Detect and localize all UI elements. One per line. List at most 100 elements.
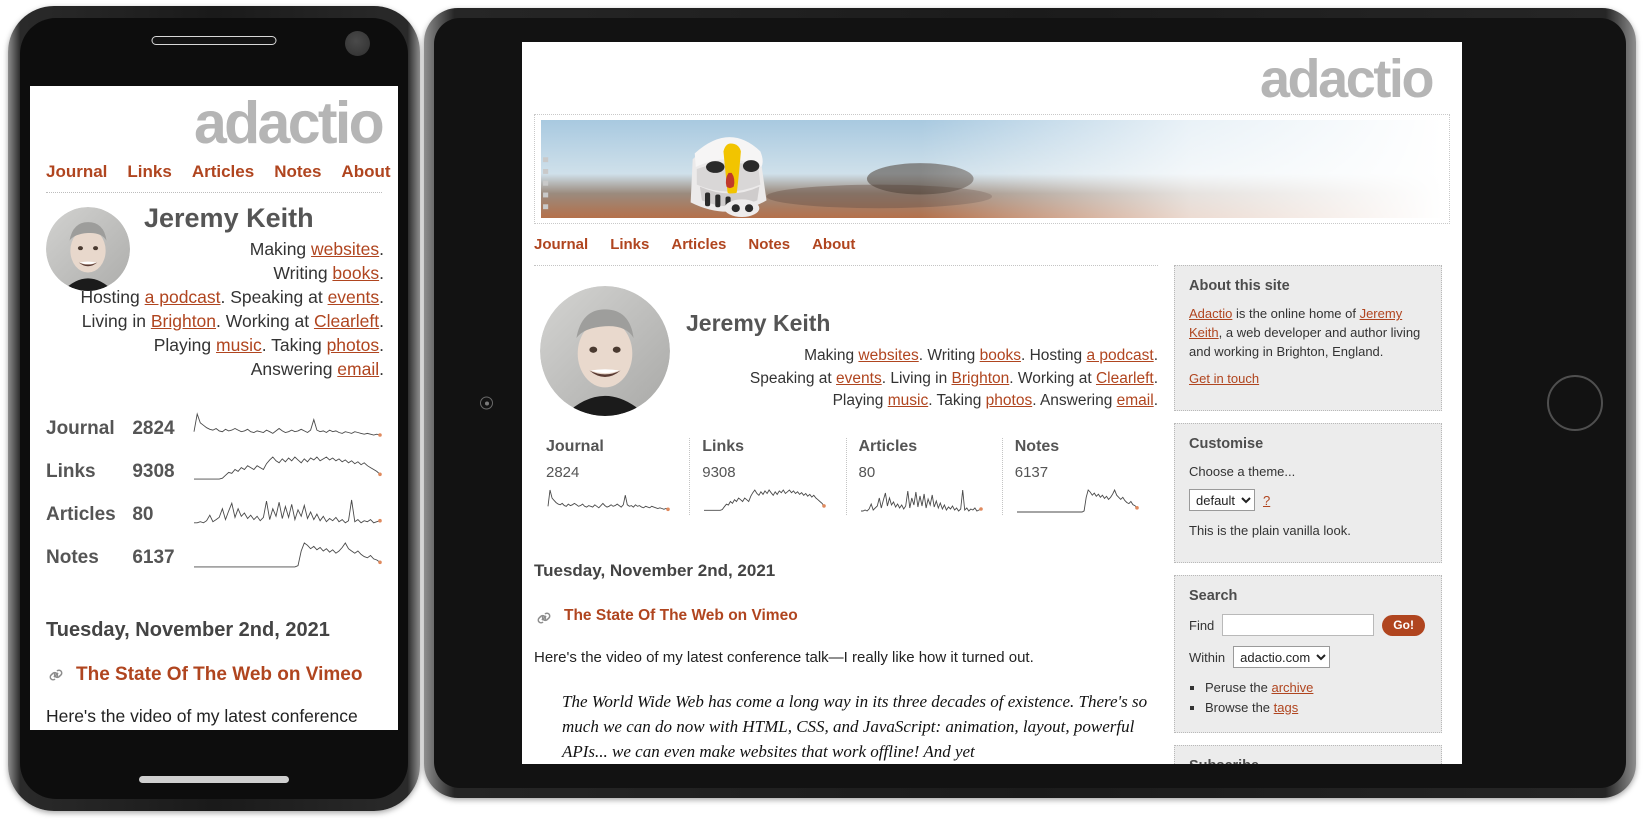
avatar-image xyxy=(540,286,670,416)
avatar-image xyxy=(46,207,130,291)
inline-link[interactable]: tags xyxy=(1274,700,1299,715)
inline-link[interactable]: Brighton xyxy=(952,370,1010,387)
author-name-tablet: Jeremy Keith xyxy=(686,310,831,336)
stat-sparkline-links xyxy=(702,487,833,515)
table-row[interactable]: Articles 80 xyxy=(46,493,382,536)
panel-customise: Customise Choose a theme... default ? Th… xyxy=(1174,423,1442,563)
find-label: Find xyxy=(1189,617,1215,633)
sparkline-chart xyxy=(860,489,983,512)
post-title-tablet[interactable]: The State Of The Web on Vimeo xyxy=(564,607,1158,625)
nav-item-links[interactable]: Links xyxy=(127,162,171,181)
phone-browser-viewport[interactable]: adactio Journal Links Articles Notes About xyxy=(30,86,398,730)
stat-count-articles: 80 xyxy=(858,464,876,481)
inline-link[interactable]: websites xyxy=(311,239,379,259)
banner-image xyxy=(541,120,1443,218)
inline-link[interactable]: photos xyxy=(986,392,1033,409)
main-content-column: Jeremy Keith Making websites. Writing bo… xyxy=(534,265,1158,764)
theme-select[interactable]: default xyxy=(1189,489,1255,511)
inline-link[interactable]: music xyxy=(888,392,928,409)
stat-count-links: 9308 xyxy=(132,460,175,482)
inline-link[interactable]: Clearleft xyxy=(314,311,379,331)
post-date-heading-tablet: Tuesday, November 2nd, 2021 xyxy=(534,561,776,580)
theme-description: This is the plain vanilla look. xyxy=(1189,523,1351,538)
list-item[interactable]: Peruse the archive xyxy=(1205,678,1427,698)
bio-line: Answering email. xyxy=(250,359,384,379)
site-logo-phone[interactable]: adactio xyxy=(30,86,398,154)
inline-link[interactable]: books xyxy=(332,263,379,283)
inline-link[interactable]: photos xyxy=(327,335,380,355)
nav-item-journal[interactable]: Journal xyxy=(46,162,107,181)
list-item[interactable]: Browse the tags xyxy=(1205,698,1427,718)
inline-link[interactable]: Clearleft xyxy=(1096,370,1154,387)
stat-card-articles[interactable]: Articles 80 xyxy=(845,438,1002,515)
theme-help-icon[interactable]: ? xyxy=(1263,493,1270,508)
inline-link[interactable]: events xyxy=(836,370,882,387)
post-entry-tablet: The State Of The Web on Vimeo Here's the… xyxy=(534,607,1158,764)
stat-card-journal[interactable]: Journal 2824 xyxy=(534,438,689,515)
nav-item-articles[interactable]: Articles xyxy=(671,236,726,253)
stat-count-journal: 2824 xyxy=(132,417,175,439)
nav-item-links[interactable]: Links xyxy=(610,236,649,253)
inline-link[interactable]: a podcast xyxy=(1086,347,1153,364)
tablet-home-button[interactable] xyxy=(1547,375,1603,431)
search-find-row: Find Go! xyxy=(1189,614,1427,636)
stat-sparkline-notes xyxy=(192,536,382,579)
stat-card-links[interactable]: Links 9308 xyxy=(689,438,845,515)
phone-front-camera-icon xyxy=(345,31,370,56)
site-logo-tablet[interactable]: adactio xyxy=(522,42,1462,108)
nav-item-about[interactable]: About xyxy=(341,162,390,181)
primary-nav-tablet[interactable]: Journal Links Articles Notes About xyxy=(522,224,1462,253)
post-title-phone[interactable]: The State Of The Web on Vimeo xyxy=(76,664,382,686)
sparkline-chart xyxy=(547,489,670,512)
inline-link[interactable]: a podcast xyxy=(145,287,221,307)
phone-home-indicator xyxy=(139,776,289,783)
stats-table-body: Journal 2824 Links 9308 Articles 80 Note… xyxy=(46,407,382,579)
stat-label-links: Links xyxy=(46,460,96,482)
inline-link[interactable]: books xyxy=(980,347,1021,364)
stats-row-tablet: Journal 2824 Links 9308 Articles 80 Note… xyxy=(534,438,1158,515)
nav-item-notes[interactable]: Notes xyxy=(748,236,790,253)
tablet-front-camera-icon xyxy=(480,396,493,410)
search-scope-select[interactable]: adactio.com xyxy=(1233,646,1331,668)
nav-item-notes[interactable]: Notes xyxy=(274,162,321,181)
panel-about-this-site: About this site Adactio is the online ho… xyxy=(1174,265,1442,411)
inline-link[interactable]: websites xyxy=(858,347,918,364)
inline-link[interactable]: email xyxy=(337,359,379,379)
primary-nav-phone[interactable]: Journal Links Articles Notes About xyxy=(30,154,398,182)
choose-theme-label: Choose a theme... xyxy=(1189,464,1296,479)
inline-link[interactable]: Brighton xyxy=(151,311,216,331)
page-body-tablet: Jeremy Keith Making websites. Writing bo… xyxy=(522,265,1462,764)
nav-item-journal[interactable]: Journal xyxy=(534,236,588,253)
inline-link[interactable]: events xyxy=(328,287,380,307)
avatar xyxy=(540,286,670,416)
stat-card-notes[interactable]: Notes 6137 xyxy=(1001,438,1158,515)
author-bio-phone: Jeremy Keith Making websites. Writing boo… xyxy=(30,193,398,381)
avatar xyxy=(46,207,130,291)
get-in-touch-wrap: Get in touch xyxy=(1189,369,1427,388)
inline-link[interactable]: music xyxy=(216,335,262,355)
link-icon xyxy=(537,612,551,624)
tablet-browser-viewport[interactable]: adactio Journal Links Articles Notes Abo… xyxy=(522,42,1462,764)
sparkline-chart xyxy=(194,456,382,480)
inline-link[interactable]: email xyxy=(1117,392,1154,409)
post-blockquote: The World Wide Web has come a long way i… xyxy=(562,692,1148,761)
search-go-button[interactable]: Go! xyxy=(1382,614,1425,636)
search-within-row: Within adactio.com xyxy=(1189,646,1427,668)
table-row[interactable]: Journal 2824 xyxy=(46,407,382,450)
link-icon xyxy=(49,669,63,681)
nav-item-articles[interactable]: Articles xyxy=(192,162,254,181)
stat-count-links: 9308 xyxy=(702,464,736,481)
sidebar: About this site Adactio is the online ho… xyxy=(1174,265,1442,764)
stat-label-articles: Articles xyxy=(858,438,918,455)
nav-item-about[interactable]: About xyxy=(812,236,855,253)
get-in-touch-link[interactable]: Get in touch xyxy=(1189,371,1259,386)
inline-link[interactable]: archive xyxy=(1272,680,1314,695)
inline-link[interactable]: Adactio xyxy=(1189,306,1232,321)
search-input[interactable] xyxy=(1222,614,1375,636)
table-row[interactable]: Notes 6137 xyxy=(46,536,382,579)
table-row[interactable]: Links 9308 xyxy=(46,450,382,493)
stat-label-articles: Articles xyxy=(46,503,116,525)
site-banner xyxy=(534,114,1450,224)
about-heading: About this site xyxy=(1189,278,1290,294)
panel-subscribe: Subscribe xyxy=(1174,745,1442,764)
